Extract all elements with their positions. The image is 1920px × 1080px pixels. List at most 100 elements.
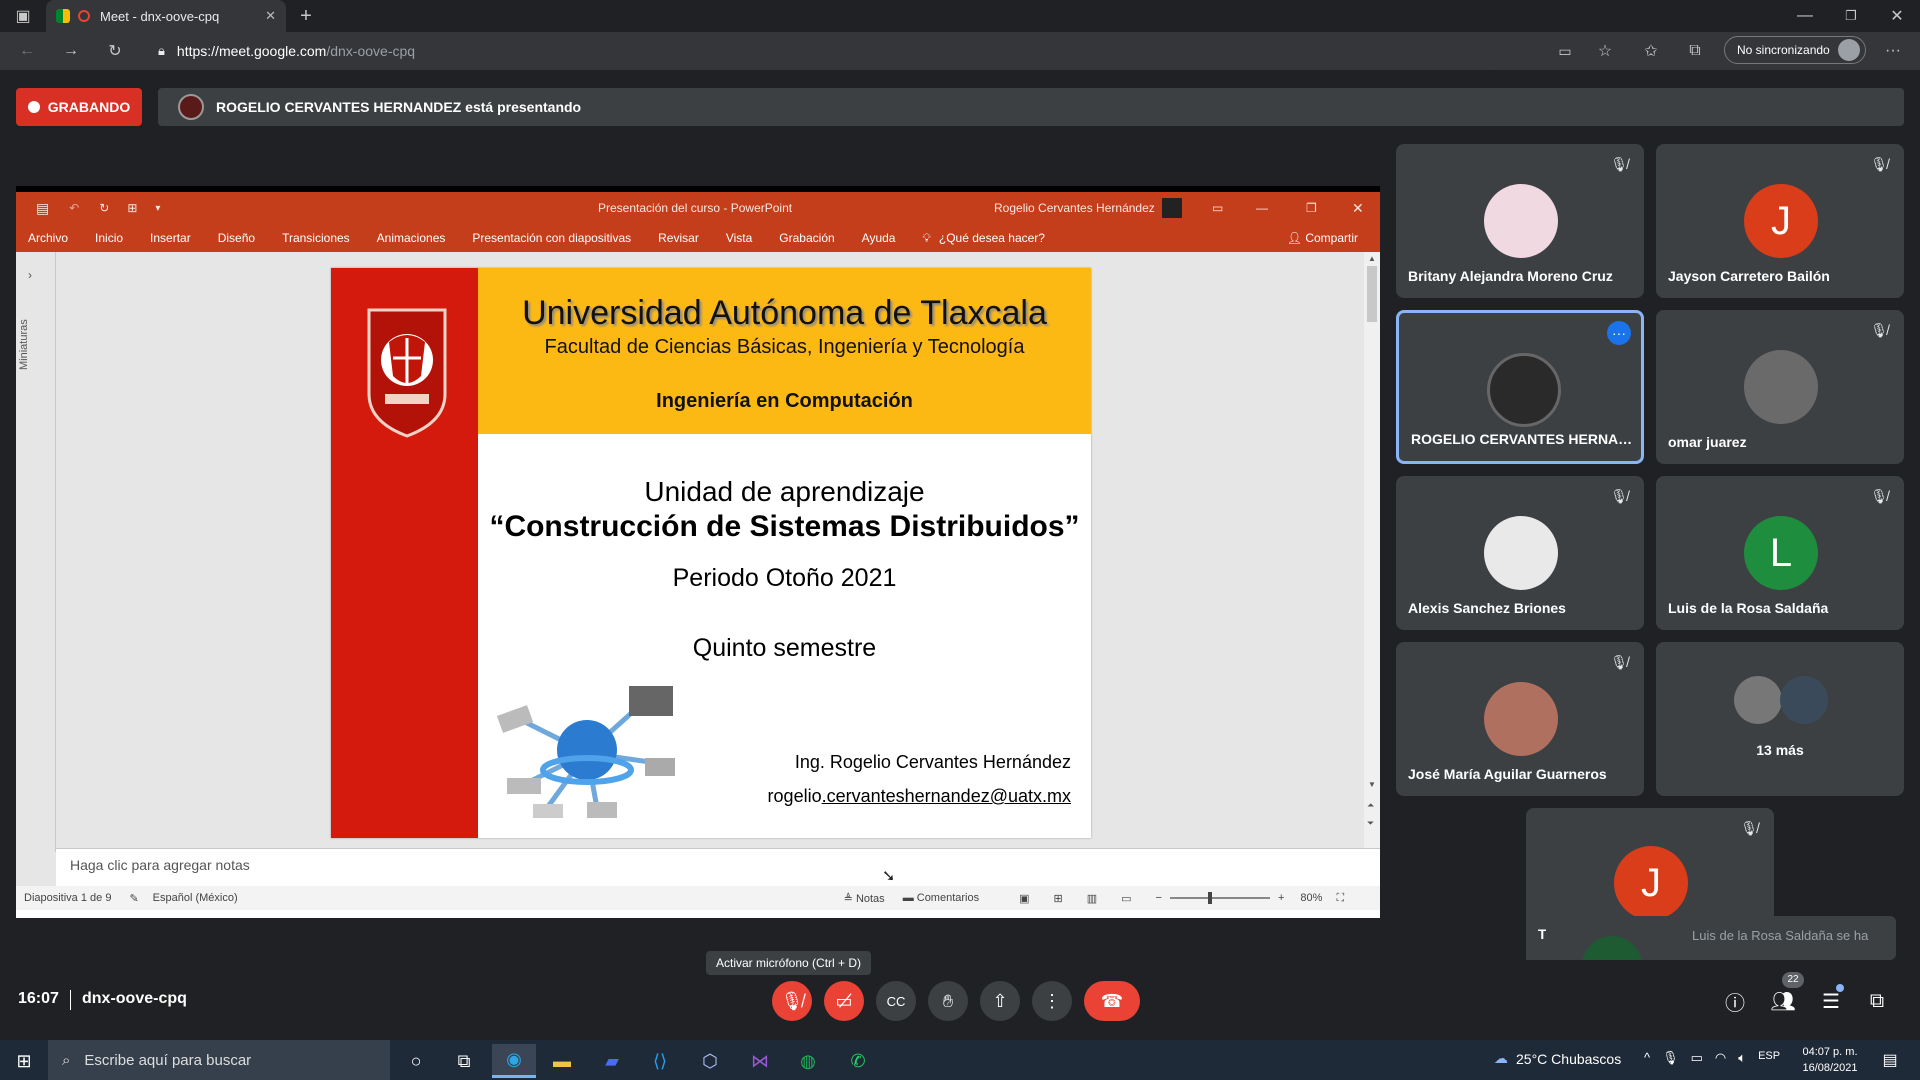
browser-tab[interactable]: Meet - dnx-oove-cpq ✕ bbox=[46, 0, 286, 32]
browser-menu-icon[interactable]: ··· bbox=[1880, 40, 1906, 62]
tab-close-icon[interactable]: ✕ bbox=[265, 8, 276, 24]
system-clock[interactable]: 04:07 p. m. 16/08/2021 bbox=[1798, 1044, 1862, 1076]
whatsapp-icon[interactable]: ✆ bbox=[836, 1044, 880, 1078]
recording-indicator[interactable]: GRABANDO bbox=[16, 88, 142, 126]
save-icon[interactable]: ▤ bbox=[36, 200, 49, 217]
reading-view-icon[interactable]: ▥ bbox=[1087, 892, 1097, 905]
ribbon-tab-ayuda[interactable]: Ayuda bbox=[862, 231, 896, 245]
camera-toggle-button[interactable]: ▭̸ bbox=[824, 981, 864, 1021]
ppt-close-icon[interactable]: ✕ bbox=[1352, 200, 1364, 217]
start-slideshow-icon[interactable]: ⊞ bbox=[127, 201, 137, 215]
slide-scrollbar[interactable]: ▲ ▼ ⏶ ⏷ bbox=[1364, 252, 1380, 848]
ribbon-tab-inicio[interactable]: Inicio bbox=[95, 231, 123, 245]
scroll-thumb[interactable] bbox=[1367, 266, 1377, 322]
ribbon-tab-archivo[interactable]: Archivo bbox=[28, 231, 68, 245]
leave-call-button[interactable]: ☎︎ bbox=[1084, 981, 1140, 1021]
participant-tile[interactable]: 🎙︎̸ José María Aguilar Guarneros bbox=[1396, 642, 1644, 796]
people-icon[interactable]: 👥︎ bbox=[1768, 986, 1798, 1016]
new-tab-icon[interactable]: + bbox=[294, 5, 318, 27]
app-icon[interactable]: ⬡ bbox=[688, 1044, 732, 1078]
camera-blocked-icon[interactable]: ▭ bbox=[1552, 40, 1578, 62]
participant-tile[interactable]: J 🎙︎̸ Jayson Carretero Bailón bbox=[1656, 144, 1904, 298]
start-button[interactable]: ⊞ bbox=[2, 1044, 46, 1078]
vscode-icon[interactable]: ⟨⟩ bbox=[638, 1044, 682, 1078]
ribbon-tab-animaciones[interactable]: Animaciones bbox=[377, 231, 446, 245]
zoom-thumb[interactable] bbox=[1207, 892, 1212, 904]
file-explorer-icon[interactable]: ▬ bbox=[540, 1044, 584, 1078]
notes-toggle[interactable]: ≜ Notas bbox=[844, 892, 885, 905]
ribbon-tab-insertar[interactable]: Insertar bbox=[150, 231, 191, 245]
ribbon-display-icon[interactable]: ▭ bbox=[1212, 201, 1223, 215]
cortana-icon[interactable]: ○ bbox=[394, 1044, 438, 1078]
battery-icon[interactable]: ▭ bbox=[1691, 1050, 1703, 1066]
normal-view-icon[interactable]: ▣ bbox=[1019, 892, 1029, 905]
next-slide-icon[interactable]: ⏷ bbox=[1367, 818, 1374, 829]
ribbon-tab-presentacion[interactable]: Presentación con diapositivas bbox=[472, 231, 631, 245]
participant-tile[interactable]: 🎙︎̸ omar juarez bbox=[1656, 310, 1904, 464]
participant-tile-presenter[interactable]: ··· ROGELIO CERVANTES HERNAN... bbox=[1396, 310, 1644, 464]
more-options-button[interactable]: ⋮ bbox=[1032, 981, 1072, 1021]
ribbon-tab-transiciones[interactable]: Transiciones bbox=[282, 231, 350, 245]
zoom-slider[interactable] bbox=[1169, 892, 1270, 904]
ppt-minimize-icon[interactable]: — bbox=[1256, 201, 1268, 215]
language-status[interactable]: Español (México) bbox=[153, 892, 238, 904]
notifications-icon[interactable]: ▤ bbox=[1876, 1046, 1904, 1074]
ribbon-tab-revisar[interactable]: Revisar bbox=[658, 231, 699, 245]
participant-tile[interactable]: 🎙︎̸ Britany Alejandra Moreno Cruz bbox=[1396, 144, 1644, 298]
participant-tile[interactable]: L 🎙︎̸ Luis de la Rosa Saldaña bbox=[1656, 476, 1904, 630]
expand-thumbnails-icon[interactable]: › bbox=[28, 268, 32, 282]
app-icon[interactable]: ▰ bbox=[590, 1044, 634, 1078]
meeting-info-icon[interactable]: ⓘ bbox=[1720, 986, 1750, 1016]
favorites-icon[interactable]: ✩ bbox=[1638, 40, 1664, 62]
collections-icon[interactable]: ⧉ bbox=[1682, 40, 1708, 62]
slideshow-view-icon[interactable]: ▭ bbox=[1121, 892, 1131, 905]
input-language[interactable]: ESP bbox=[1758, 1050, 1780, 1066]
edge-icon[interactable]: ◉ bbox=[492, 1044, 536, 1078]
ribbon-tab-diseno[interactable]: Diseño bbox=[218, 231, 255, 245]
redo-icon[interactable]: ↻ bbox=[99, 201, 109, 215]
share-button[interactable]: 👤︎ Compartir bbox=[1287, 231, 1358, 245]
fit-slide-icon[interactable]: ⛶ bbox=[1336, 892, 1344, 905]
volume-icon[interactable]: 🔈︎ bbox=[1738, 1050, 1746, 1066]
zoom-level[interactable]: 80% bbox=[1300, 892, 1322, 904]
captions-button[interactable]: CC bbox=[876, 981, 916, 1021]
more-options-icon[interactable]: ··· bbox=[1607, 321, 1631, 345]
present-button[interactable]: ⇧ bbox=[980, 981, 1020, 1021]
url-field[interactable]: 🔒︎ https://meet.google.com/dnx-oove-cpq bbox=[148, 36, 1498, 66]
forward-icon[interactable]: → bbox=[58, 40, 84, 62]
mic-icon[interactable]: 🎙︎ bbox=[1662, 1050, 1679, 1066]
tell-me-input[interactable]: ¿Qué desea hacer? bbox=[939, 231, 1045, 245]
reload-icon[interactable]: ↻ bbox=[102, 40, 128, 62]
minimize-icon[interactable]: — bbox=[1790, 4, 1820, 28]
comments-toggle[interactable]: ▬ Comentarios bbox=[903, 892, 979, 904]
window-close-icon[interactable]: ✕ bbox=[1882, 4, 1912, 28]
more-participants-tile[interactable]: 13 más bbox=[1656, 642, 1904, 796]
task-view-icon[interactable]: ⧉ bbox=[442, 1044, 486, 1078]
email-link[interactable]: .cervanteshernandez@uatx.mx bbox=[822, 786, 1071, 806]
thumbnails-pane[interactable]: › Miniaturas bbox=[16, 252, 56, 852]
zoom-in-icon[interactable]: + bbox=[1278, 892, 1284, 904]
back-icon[interactable]: ← bbox=[14, 40, 40, 62]
ribbon-tab-vista[interactable]: Vista bbox=[726, 231, 752, 245]
qat-customize-icon[interactable]: ▾ bbox=[155, 203, 160, 214]
tab-actions-icon[interactable]: ▣ bbox=[10, 6, 36, 26]
slide-canvas[interactable]: Universidad Autónoma de Tlaxcala Faculta… bbox=[331, 268, 1091, 838]
notification-toast[interactable]: Luis de la Rosa Saldaña se ha bbox=[1546, 916, 1896, 960]
scroll-down-icon[interactable]: ▼ bbox=[1368, 780, 1376, 789]
undo-icon[interactable]: ↶ bbox=[69, 201, 79, 215]
add-favorite-icon[interactable]: ☆ bbox=[1592, 40, 1618, 62]
weather-widget[interactable]: ☁ 25°C Chubascos bbox=[1494, 1050, 1621, 1067]
app-icon[interactable]: ◍ bbox=[786, 1044, 830, 1078]
prev-slide-icon[interactable]: ⏶ bbox=[1367, 800, 1374, 811]
scroll-up-icon[interactable]: ▲ bbox=[1368, 254, 1376, 263]
activities-icon[interactable]: ⧉ bbox=[1862, 986, 1892, 1016]
ribbon-tab-grabacion[interactable]: Grabación bbox=[779, 231, 834, 245]
ppt-restore-icon[interactable]: ❐ bbox=[1306, 201, 1317, 215]
notes-pane[interactable]: Haga clic para agregar notas bbox=[56, 848, 1380, 886]
participant-tile[interactable]: 🎙︎̸ Alexis Sanchez Briones bbox=[1396, 476, 1644, 630]
chevron-up-icon[interactable]: ^ bbox=[1644, 1050, 1650, 1066]
wifi-icon[interactable]: ◠ bbox=[1715, 1050, 1726, 1066]
profile-sync-button[interactable]: No sincronizando bbox=[1724, 36, 1866, 64]
restore-icon[interactable]: ❐ bbox=[1836, 4, 1866, 28]
mic-toggle-button[interactable]: 🎙︎̸ bbox=[772, 981, 812, 1021]
